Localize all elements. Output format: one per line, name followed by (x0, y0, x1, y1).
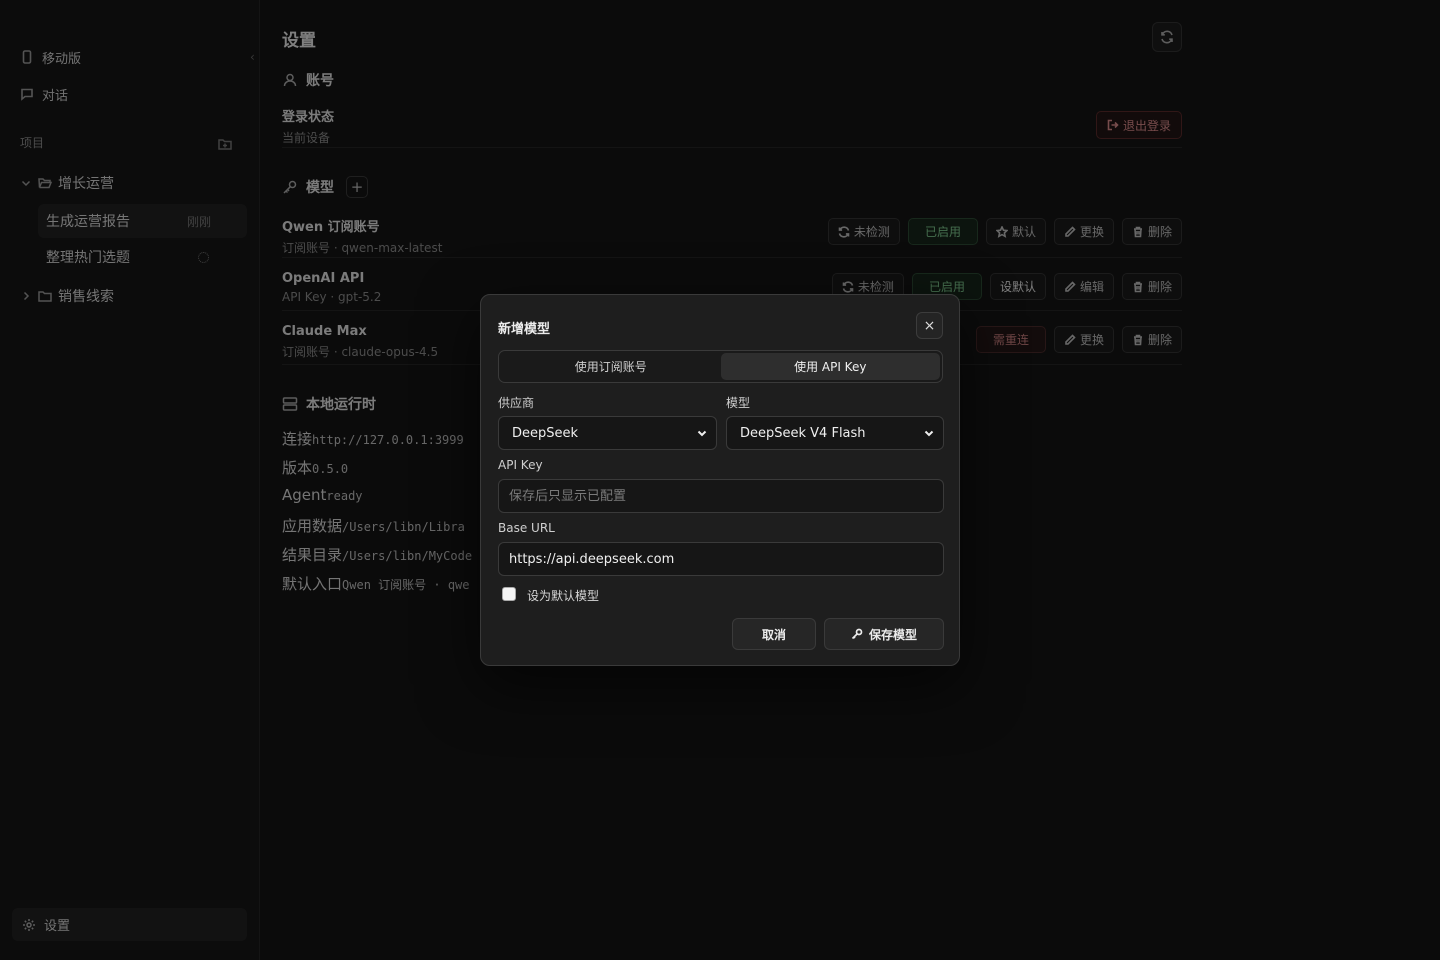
default-model-label: 设为默认模型 (527, 589, 600, 603)
provider-label: 供应商 (498, 396, 535, 410)
base-url-input[interactable] (498, 542, 944, 576)
add-model-dialog: 新增模型 × 使用订阅账号 使用 API Key 供应商 DeepSeek 模型… (480, 294, 960, 666)
model-label: 模型 (726, 396, 751, 410)
chevron-down-icon (697, 430, 707, 437)
api-key-label: API Key (498, 458, 543, 472)
api-key-input[interactable] (498, 479, 944, 513)
provider-select[interactable]: DeepSeek (498, 416, 717, 450)
save-label: 保存模型 (868, 627, 917, 642)
provider-value: DeepSeek (512, 425, 579, 441)
dialog-title: 新增模型 (498, 322, 551, 337)
key-icon (851, 628, 863, 640)
chevron-down-icon (924, 430, 934, 437)
auth-mode-switch: 使用订阅账号 使用 API Key (498, 350, 943, 383)
close-button[interactable]: × (916, 312, 943, 339)
tab-subscription[interactable]: 使用订阅账号 (501, 353, 721, 380)
cancel-button[interactable]: 取消 (732, 618, 816, 650)
base-url-label: Base URL (498, 521, 555, 535)
default-model-checkbox[interactable] (502, 587, 516, 601)
tab-api-key[interactable]: 使用 API Key (720, 353, 940, 380)
save-model-button[interactable]: 保存模型 (824, 618, 944, 650)
model-select[interactable]: DeepSeek V4 Flash (726, 416, 944, 450)
model-value: DeepSeek V4 Flash (740, 425, 866, 441)
